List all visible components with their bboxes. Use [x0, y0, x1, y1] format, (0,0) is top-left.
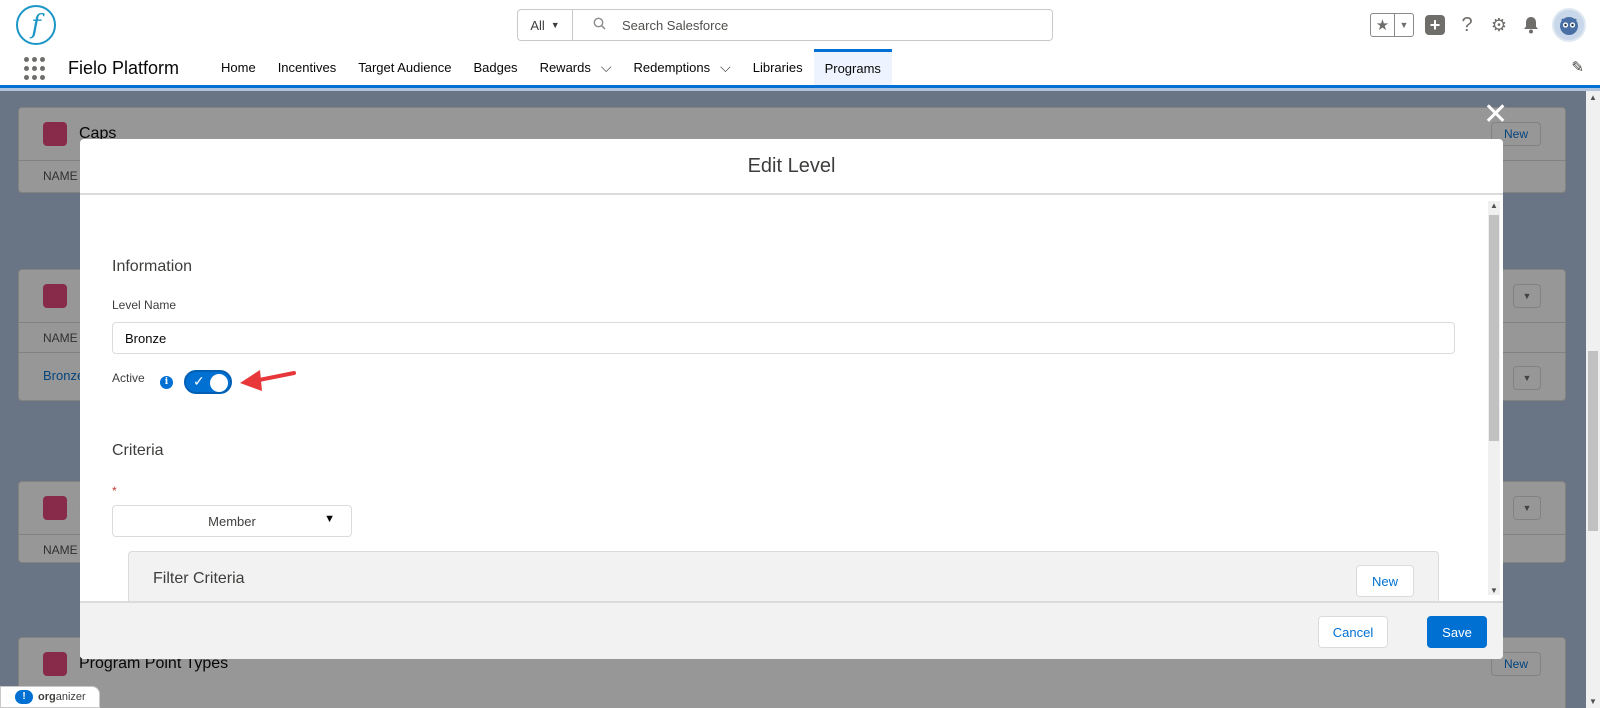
- nav-item-programs[interactable]: Programs: [813, 49, 892, 85]
- modal-scrollbar[interactable]: ▲ ▼: [1488, 201, 1500, 595]
- scroll-up-icon[interactable]: ▲: [1490, 201, 1498, 210]
- criteria-section-title: Criteria: [112, 442, 164, 459]
- search-scope-label: All: [530, 17, 545, 33]
- close-icon[interactable]: ✕: [1483, 100, 1508, 130]
- nav-item-incentives[interactable]: Incentives: [267, 49, 348, 85]
- active-toggle[interactable]: ✓: [184, 370, 232, 394]
- info-icon[interactable]: i: [160, 376, 173, 389]
- nav-item-label: Target Audience: [358, 59, 452, 75]
- nav-item-label: Libraries: [752, 59, 803, 75]
- modal-body: Information Level Name Active i ✓ Criter…: [80, 195, 1503, 601]
- modal-footer: Cancel Save: [80, 601, 1503, 659]
- information-section-title: Information: [112, 258, 193, 275]
- header-utility-icons: ★ ▼ + ? ⚙: [1370, 8, 1586, 42]
- app-name: Fielo Platform: [68, 58, 180, 78]
- scroll-thumb[interactable]: [1489, 215, 1499, 441]
- user-avatar[interactable]: [1552, 8, 1586, 42]
- nav-item-label: Redemptions: [633, 59, 711, 75]
- search-scope-dropdown[interactable]: All ▼: [518, 10, 573, 40]
- required-marker: *: [112, 484, 117, 498]
- chevron-down-icon[interactable]: ⌵: [720, 59, 731, 76]
- search-input[interactable]: [622, 17, 1002, 33]
- filter-criteria-card: Filter Criteria New: [128, 551, 1439, 601]
- app-nav-bar: Fielo Platform Home Incentives Target Au…: [0, 49, 1600, 88]
- fielo-logo[interactable]: f: [16, 5, 56, 45]
- checkmark-icon: ✓: [193, 373, 205, 389]
- favorites-group: ★ ▼: [1370, 13, 1414, 37]
- star-icon[interactable]: ★: [1371, 14, 1395, 36]
- organizer-label-bold: org: [38, 691, 56, 703]
- organizer-tab[interactable]: ! organizer: [0, 686, 100, 708]
- filter-criteria-title: Filter Criteria: [153, 570, 245, 587]
- modal-title: Edit Level: [80, 139, 1503, 195]
- help-icon[interactable]: ?: [1456, 14, 1478, 36]
- scroll-down-icon[interactable]: ▼: [1490, 586, 1498, 595]
- criteria-object-select[interactable]: Member ▼: [112, 505, 352, 537]
- bell-icon[interactable]: [1520, 14, 1542, 36]
- red-arrow-annotation-icon: [240, 370, 296, 391]
- cancel-button[interactable]: Cancel: [1318, 616, 1388, 648]
- level-name-input[interactable]: [112, 322, 1455, 354]
- nav-item-label: Home: [221, 59, 256, 75]
- organizer-label-rest: anizer: [55, 691, 86, 703]
- caret-down-icon: ▼: [550, 20, 560, 30]
- search-icon: [593, 17, 606, 33]
- page-scrollbar[interactable]: ▲ ▼: [1586, 91, 1600, 708]
- select-value: Member: [208, 513, 256, 529]
- global-search: All ▼: [517, 9, 1053, 41]
- nav-item-libraries[interactable]: Libraries: [742, 49, 814, 85]
- search-field-wrap: [573, 10, 1052, 40]
- organizer-cloud-icon: !: [15, 690, 33, 704]
- active-label: Active: [112, 371, 145, 385]
- chevron-down-icon[interactable]: ⌵: [601, 59, 612, 76]
- nav-item-label: Rewards: [539, 59, 591, 75]
- nav-item-redemptions[interactable]: Redemptions ⌵: [622, 49, 741, 85]
- nav-items: Home Incentives Target Audience Badges R…: [210, 49, 892, 85]
- pencil-icon[interactable]: ✎: [1571, 58, 1584, 76]
- nav-item-badges[interactable]: Badges: [462, 49, 528, 85]
- nav-item-label: Incentives: [277, 59, 337, 75]
- favorites-caret-icon[interactable]: ▼: [1395, 14, 1413, 36]
- plus-icon: +: [1425, 15, 1445, 35]
- nav-item-label: Badges: [473, 59, 518, 75]
- scroll-thumb[interactable]: [1588, 351, 1598, 531]
- caret-down-icon: ▼: [324, 513, 335, 525]
- level-name-label: Level Name: [112, 298, 177, 312]
- nav-item-target-audience[interactable]: Target Audience: [347, 49, 462, 85]
- global-header: f All ▼ ★ ▼ + ? ⚙: [0, 0, 1600, 49]
- nav-item-label: Programs: [824, 61, 881, 76]
- toggle-knob: [210, 374, 228, 392]
- edit-level-modal: Edit Level Information Level Name Active…: [80, 139, 1503, 659]
- organizer-label: organizer: [38, 691, 86, 703]
- gear-icon[interactable]: ⚙: [1488, 14, 1510, 36]
- scroll-down-icon[interactable]: ▼: [1589, 697, 1597, 706]
- filter-new-button[interactable]: New: [1356, 565, 1414, 597]
- global-actions-icon[interactable]: +: [1424, 14, 1446, 36]
- nav-item-rewards[interactable]: Rewards ⌵: [529, 49, 623, 85]
- save-button[interactable]: Save: [1427, 616, 1487, 648]
- app-launcher-icon[interactable]: [24, 57, 48, 81]
- scroll-up-icon[interactable]: ▲: [1589, 93, 1597, 102]
- nav-item-home[interactable]: Home: [210, 49, 267, 85]
